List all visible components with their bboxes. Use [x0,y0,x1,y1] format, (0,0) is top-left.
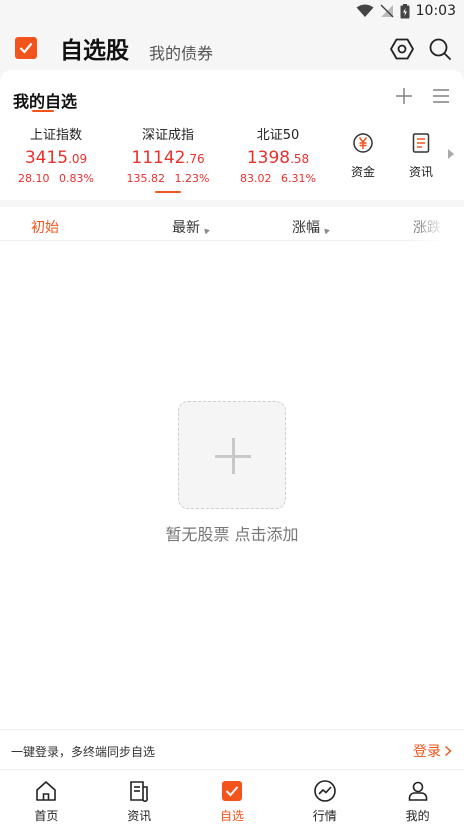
scroll-fade [400,207,464,241]
news-button[interactable]: 资讯 [401,132,441,180]
yuan-circle-icon [353,133,373,153]
watchlist-card: 我的自选 上证指数 3415.09 28.10 0.83% 深证成指 11142… [0,70,464,200]
index-name: 上证指数 [29,128,82,143]
index-name: 北证50 [256,128,300,143]
add-stock-button[interactable] [178,401,286,509]
index-change: 135.82 1.23% [126,172,210,185]
index-shanghai[interactable]: 上证指数 3415.09 28.10 0.83% [1,124,111,185]
checkbox-logo-icon [15,37,37,59]
menu-icon[interactable] [432,88,450,104]
tab-label: 行情 [312,809,337,823]
chevron-right-icon [444,745,452,757]
login-bar: 一键登录，多终端同步自选 登录 [0,729,464,770]
market-icon [313,780,336,802]
empty-hint[interactable]: 暂无股票 点击添加 [0,521,464,545]
login-prompt: 一键登录，多终端同步自选 [11,745,156,759]
tab-home[interactable]: 首页 [0,770,93,824]
index-active-indicator [155,191,181,193]
tab-news[interactable]: 资讯 [93,770,186,824]
search-icon[interactable] [427,36,453,62]
column-change-percent[interactable]: 涨幅 [292,217,330,237]
column-latest[interactable]: 最新 [172,217,210,237]
table-header: 初始 最新 涨幅 涨跌 [0,207,464,241]
tab-label: 自选 [219,809,244,823]
empty-state: 暂无股票 点击添加 [0,241,464,729]
index-shenzhen[interactable]: 深证成指 11142.76 135.82 1.23% [113,124,223,193]
wifi-icon [356,4,374,17]
funds-label: 资金 [350,165,375,179]
funds-button[interactable]: 资金 [343,132,383,180]
index-name: 深证成指 [141,128,194,143]
sort-icon [322,226,330,235]
index-value: 1398.58 [246,148,310,168]
sort-icon [202,226,210,235]
tab-my-bonds[interactable]: 我的债券 [149,40,213,64]
column-initial[interactable]: 初始 [31,217,59,237]
index-value: 3415.09 [24,148,88,168]
tab-label: 资讯 [127,809,152,823]
watchlist-icon [221,781,242,801]
index-value: 11142.76 [131,148,205,168]
index-change: 83.02 6.31% [240,172,316,185]
title-underline [32,110,54,112]
status-bar: 10:03 [0,0,464,26]
tab-watchlist[interactable]: 自选 [186,770,279,824]
battery-icon [400,3,410,18]
app-header: 自选股 我的债券 [0,26,464,72]
news-icon [130,781,149,803]
document-icon [412,133,430,153]
clock: 10:03 [415,3,456,19]
user-icon [408,781,427,801]
settings-hexagon-icon[interactable] [389,36,415,62]
scroll-right-arrow-icon[interactable] [448,149,454,159]
page-title[interactable]: 自选股 [60,31,129,65]
home-icon [36,781,57,801]
add-icon[interactable] [394,86,414,106]
tab-label: 首页 [34,809,59,823]
news-label: 资讯 [408,165,433,179]
no-signal-icon [380,4,394,18]
tab-market[interactable]: 行情 [278,770,371,824]
index-beizheng50[interactable]: 北证50 1398.58 83.02 6.31% [223,124,333,185]
watchlist-title[interactable]: 我的自选 [13,88,77,112]
login-link[interactable]: 登录 [413,741,452,761]
tab-profile[interactable]: 我的 [371,770,464,824]
index-change: 28.10 0.83% [18,172,94,185]
tab-label: 我的 [405,809,430,823]
bottom-tab-bar: 首页 资讯 自选 行情 我的 [0,770,464,824]
